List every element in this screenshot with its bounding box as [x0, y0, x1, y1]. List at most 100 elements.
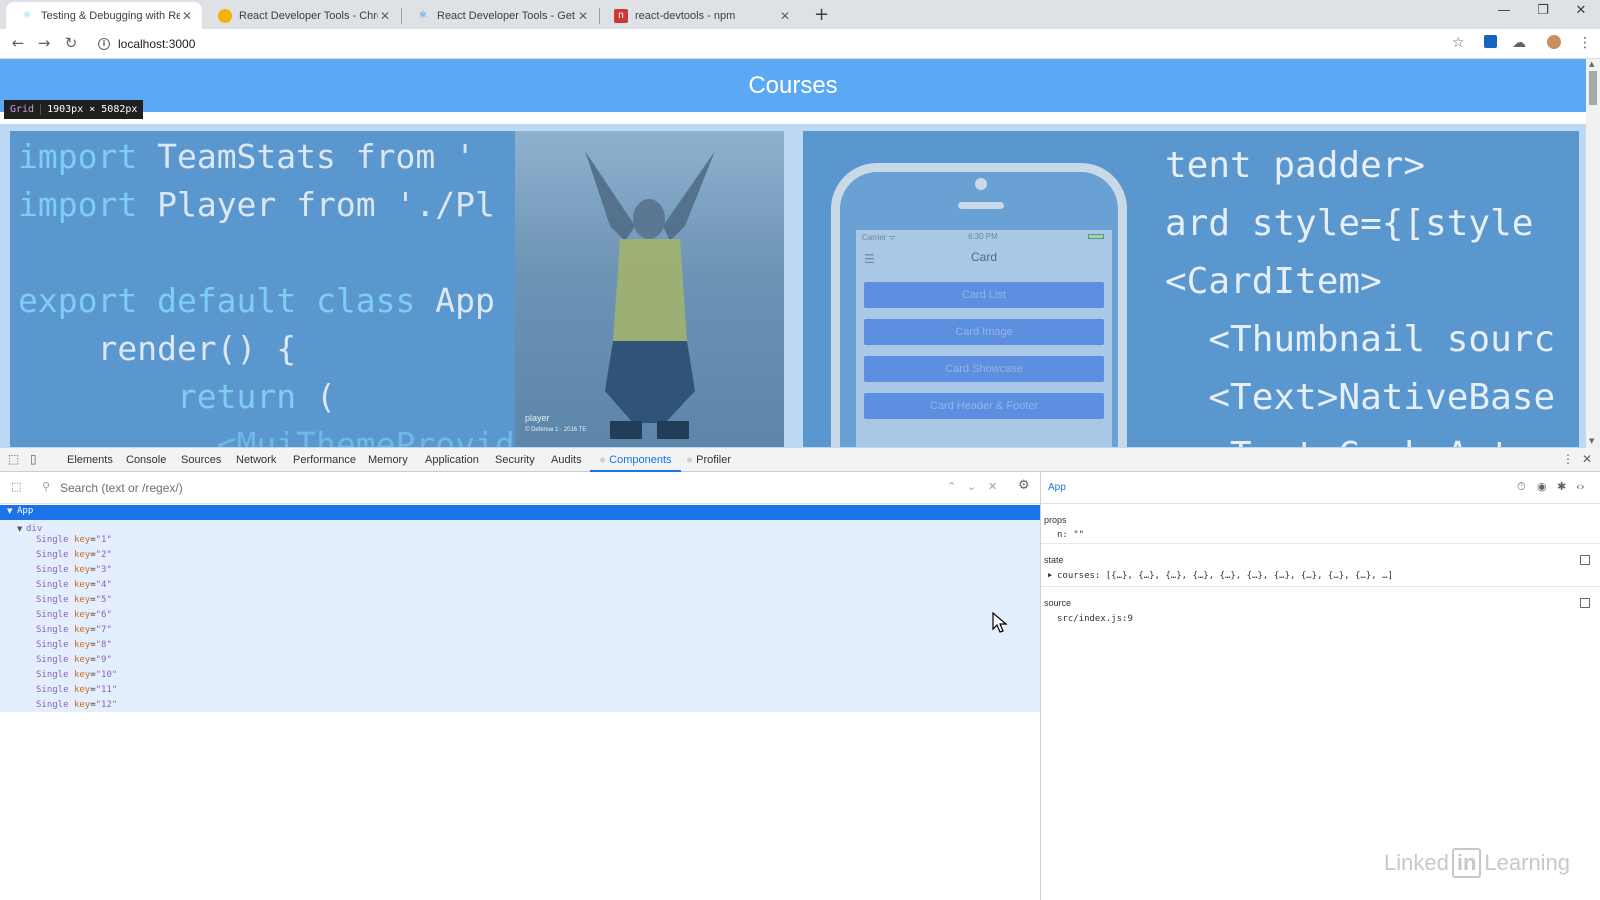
source-section: source src/index.js:9 [1041, 588, 1600, 628]
tab-console[interactable]: Console [126, 448, 166, 472]
close-icon[interactable]: ✕ [576, 9, 590, 23]
browser-tab-react-devtools-get[interactable]: ⚛ React Developer Tools - Get this ✕ [402, 2, 598, 29]
bookmark-star-icon[interactable]: ☆ [1452, 35, 1465, 51]
page-title: Courses [748, 71, 838, 99]
phone-mockup: Carrier ᯤ 6:30 PM ☰ Card Card List Card … [831, 163, 1127, 447]
devtools-close-icon[interactable]: ✕ [1582, 452, 1592, 466]
tab-memory[interactable]: Memory [368, 448, 408, 472]
grid-inspector-badge: Grid 1903px × 5082px [4, 100, 144, 119]
course-card-native-base[interactable]: Carrier ᯤ 6:30 PM ☰ Card Card List Card … [803, 131, 1579, 447]
tree-row-single[interactable]: Single key="7" [36, 625, 112, 635]
tab-network[interactable]: Network [236, 448, 276, 472]
minimize-icon[interactable]: — [1494, 3, 1514, 18]
extension-icon[interactable] [1484, 35, 1497, 48]
devtools-tab-bar: ⬚ ▯ Elements Console Sources Network Per… [0, 448, 1600, 472]
key-value: "9" [95, 655, 112, 665]
devtools-menu-icon[interactable]: ⋮ [1562, 452, 1574, 466]
component-search-input[interactable] [60, 479, 920, 497]
close-icon[interactable]: ✕ [778, 9, 792, 23]
tab-application[interactable]: Application [425, 448, 479, 472]
device-toolbar-icon[interactable]: ▯ [30, 452, 37, 466]
tree-row-single[interactable]: Single key="2" [36, 550, 112, 560]
browser-tab-testing-debugging[interactable]: ⚛ Testing & Debugging with React ✕ [6, 2, 202, 29]
phone-screen: Carrier ᯤ 6:30 PM ☰ Card Card List Card … [856, 230, 1112, 447]
card-header-footer-button: Card Header & Footer [864, 393, 1104, 419]
tree-row-single[interactable]: Single key="12" [36, 700, 117, 710]
prop-key-label: key [73, 655, 91, 665]
component-details-panel: App ⏱ ◉ ✱ ‹› props n: "" state ▶ courses… [1041, 472, 1600, 900]
restore-icon[interactable]: ❐ [1533, 3, 1553, 18]
source-value[interactable]: src/index.js:9 [1057, 614, 1133, 624]
bug-icon[interactable]: ✱ [1557, 480, 1566, 493]
tree-row-single[interactable]: Single key="11" [36, 685, 117, 695]
tree-row-app[interactable]: ▼ App [0, 505, 1040, 520]
back-arrow-icon[interactable]: ← [8, 34, 28, 52]
tab-security[interactable]: Security [495, 448, 535, 472]
copy-icon[interactable] [1580, 555, 1590, 565]
expand-arrow-icon[interactable]: ▶ [1048, 571, 1052, 579]
scroll-down-arrow-icon[interactable]: ▼ [1589, 437, 1594, 445]
expand-arrow-icon[interactable]: ▼ [17, 525, 22, 533]
code-line: export default class App [18, 281, 495, 320]
address-bar[interactable]: i localhost:3000 [92, 33, 1462, 55]
tab-audits[interactable]: Audits [551, 448, 582, 472]
tree-row-single[interactable]: Single key="8" [36, 640, 112, 650]
props-value[interactable]: n: "" [1057, 530, 1084, 540]
react-logo-icon: ⚛ [686, 456, 694, 465]
state-value[interactable]: courses: [{…}, {…}, {…}, {…}, {…}, {…}, … [1057, 571, 1393, 581]
course-card-react[interactable]: import TeamStats from ' import Player fr… [10, 131, 784, 447]
chrome-web-store-icon [218, 8, 232, 23]
source-title: source [1044, 598, 1072, 608]
tree-row-single[interactable]: Single key="9" [36, 655, 112, 665]
key-value: "5" [95, 595, 112, 605]
browser-tab-react-devtools-npm[interactable]: n react-devtools - npm ✕ [600, 2, 800, 29]
inspect-element-icon[interactable]: ⬚ [8, 452, 19, 466]
forward-arrow-icon[interactable]: → [34, 34, 54, 52]
close-icon[interactable]: ✕ [378, 9, 392, 23]
expand-arrow-icon[interactable]: ▼ [7, 507, 12, 515]
tree-row-div[interactable]: div [26, 524, 42, 534]
tab-components[interactable]: ⚛ Components [590, 448, 681, 472]
tab-title: React Developer Tools - Chrome [239, 9, 378, 22]
window-close-icon[interactable]: ✕ [1571, 3, 1591, 18]
select-element-icon[interactable]: ⬚ [11, 480, 21, 493]
stopwatch-icon[interactable]: ⏱ [1517, 480, 1526, 494]
key-value: "4" [95, 580, 112, 590]
tree-row-single[interactable]: Single key="10" [36, 670, 117, 680]
reload-icon[interactable]: ↻ [61, 34, 81, 52]
new-tab-button[interactable]: + [814, 4, 829, 25]
code-line: return ( [18, 377, 336, 416]
details-header: App ⏱ ◉ ✱ ‹› [1041, 472, 1600, 504]
view-source-icon[interactable]: ‹› [1576, 480, 1585, 493]
url-text[interactable]: localhost:3000 [118, 37, 195, 51]
profile-avatar[interactable] [1547, 35, 1561, 49]
tree-row-single[interactable]: Single key="1" [36, 535, 112, 545]
tab-sources[interactable]: Sources [181, 448, 221, 472]
tab-performance[interactable]: Performance [293, 448, 356, 472]
copy-icon[interactable] [1580, 598, 1590, 608]
scrollbar-thumb[interactable] [1589, 71, 1597, 105]
code-line: <Text>NativeBase [1165, 377, 1556, 418]
next-result-icon[interactable]: ⌄ [967, 480, 976, 493]
tree-row-single[interactable]: Single key="6" [36, 610, 112, 620]
player-silhouette-icon [585, 151, 715, 439]
eye-icon[interactable]: ◉ [1537, 480, 1547, 493]
tree-row-single[interactable]: Single key="3" [36, 565, 112, 575]
settings-gear-icon[interactable]: ⚙ [1018, 478, 1030, 493]
previous-result-icon[interactable]: ⌃ [947, 480, 956, 493]
page-scrollbar[interactable]: ▲ ▼ [1586, 59, 1600, 448]
cloud-extension-icon[interactable]: ☁ [1512, 35, 1526, 51]
react-logo-icon: ⚛ [418, 10, 428, 21]
prop-key-label: key [73, 565, 91, 575]
scroll-up-arrow-icon[interactable]: ▲ [1589, 60, 1594, 68]
info-icon[interactable]: i [98, 38, 110, 50]
close-icon[interactable]: ✕ [180, 9, 194, 23]
browser-tab-react-devtools-chrome[interactable]: React Developer Tools - Chrome ✕ [204, 2, 400, 29]
tab-elements[interactable]: Elements [67, 448, 113, 472]
clear-search-icon[interactable]: ✕ [988, 480, 997, 493]
menu-kebab-icon[interactable]: ⋮ [1578, 35, 1592, 51]
tree-row-single[interactable]: Single key="4" [36, 580, 112, 590]
tree-row-single[interactable]: Single key="5" [36, 595, 112, 605]
tab-profiler[interactable]: ⚛ Profiler [686, 448, 731, 472]
courses-header: Courses [0, 59, 1586, 112]
